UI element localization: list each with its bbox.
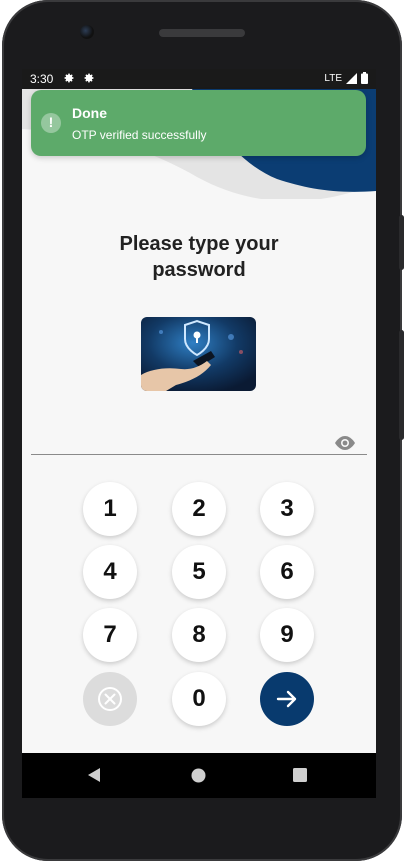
key-2[interactable]: 2 bbox=[172, 482, 226, 536]
gear-icon bbox=[84, 73, 94, 83]
key-4[interactable]: 4 bbox=[83, 545, 137, 599]
status-time: 3:30 bbox=[30, 72, 54, 86]
battery-icon bbox=[361, 72, 368, 84]
status-bar: 3:30 LTE bbox=[22, 69, 376, 89]
key-5[interactable]: 5 bbox=[172, 545, 226, 599]
toast-title: Done bbox=[72, 105, 107, 121]
key-9[interactable]: 9 bbox=[260, 608, 314, 662]
key-6[interactable]: 6 bbox=[260, 545, 314, 599]
title-line-2: password bbox=[152, 259, 246, 281]
back-triangle-icon[interactable] bbox=[87, 767, 101, 783]
navigation-bar bbox=[22, 753, 376, 798]
toast-message: OTP verified successfully bbox=[72, 128, 207, 142]
password-field[interactable] bbox=[31, 454, 367, 455]
page-title: Please type your password bbox=[22, 231, 376, 283]
title-line-1: Please type your bbox=[119, 233, 279, 255]
key-7[interactable]: 7 bbox=[83, 608, 137, 662]
app-screen: 3:30 LTE ! Done OTP verified successfull… bbox=[22, 69, 376, 753]
key-3[interactable]: 3 bbox=[260, 482, 314, 536]
recents-square-icon[interactable] bbox=[293, 768, 307, 782]
network-type: LTE bbox=[324, 72, 342, 84]
success-toast[interactable]: ! Done OTP verified successfully bbox=[31, 90, 366, 156]
key-1[interactable]: 1 bbox=[83, 482, 137, 536]
gear-icon bbox=[64, 73, 74, 83]
clear-circle-icon bbox=[98, 687, 122, 711]
volume-button bbox=[399, 215, 404, 270]
submit-button[interactable] bbox=[260, 672, 314, 726]
arrow-right-icon bbox=[276, 690, 297, 708]
security-shield-illustration bbox=[141, 317, 256, 391]
eye-icon[interactable] bbox=[334, 436, 356, 450]
key-8[interactable]: 8 bbox=[172, 608, 226, 662]
earpiece-speaker bbox=[159, 29, 245, 37]
front-camera bbox=[80, 25, 94, 39]
power-button bbox=[399, 330, 404, 440]
alert-circle-icon: ! bbox=[41, 113, 61, 133]
clear-button[interactable] bbox=[83, 672, 137, 726]
signal-icon bbox=[346, 72, 357, 84]
home-circle-icon[interactable] bbox=[191, 768, 206, 783]
key-0[interactable]: 0 bbox=[172, 672, 226, 726]
